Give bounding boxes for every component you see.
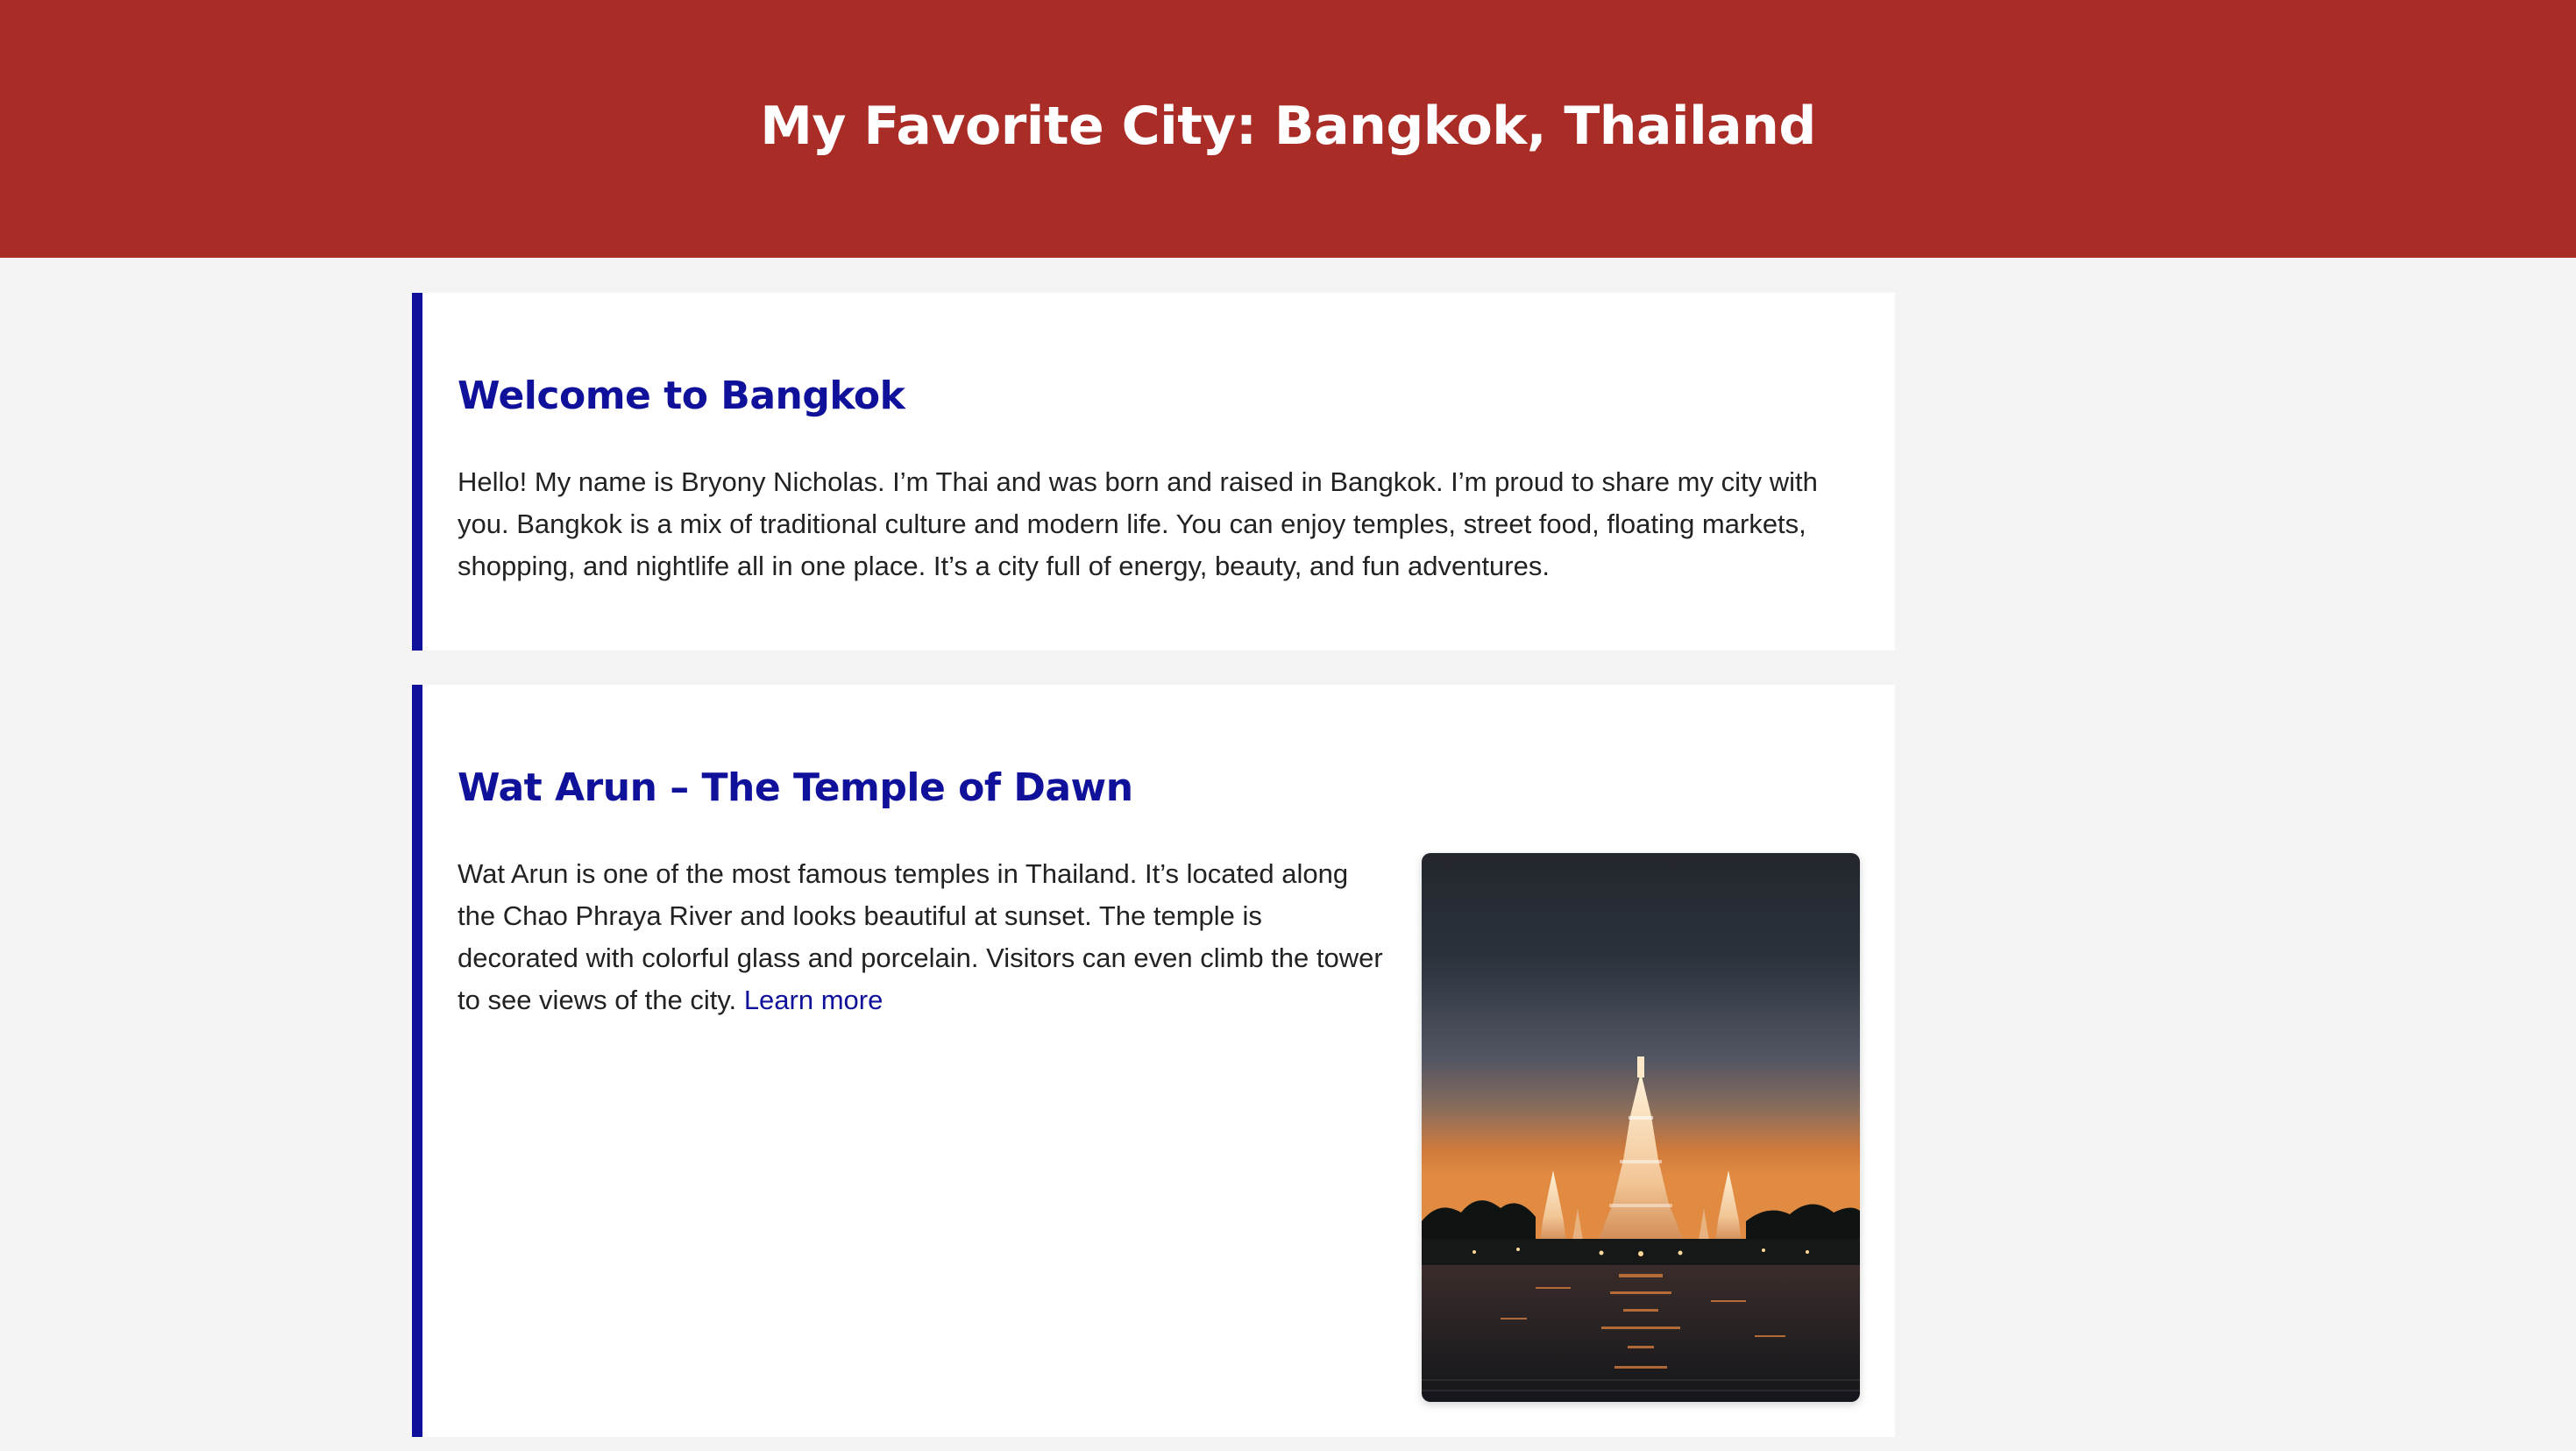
page-header: My Favorite City: Bangkok, Thailand — [0, 0, 2576, 258]
section-body-welcome: Hello! My name is Bryony Nicholas. I’m T… — [458, 466, 1818, 581]
section-welcome: Welcome to Bangkok Hello! My name is Bry… — [412, 293, 1895, 651]
section-wat-arun: Wat Arun – The Temple of Dawn Wat Arun i… — [412, 685, 1895, 1437]
wat-arun-photo — [1422, 853, 1860, 1402]
section-body-wat-arun: Wat Arun is one of the most famous templ… — [458, 853, 1387, 1021]
wat-arun-description: Wat Arun is one of the most famous templ… — [458, 858, 1383, 1015]
learn-more-link[interactable]: Learn more — [744, 985, 884, 1015]
section-heading-welcome: Welcome to Bangkok — [458, 373, 905, 418]
section-heading-wat-arun: Wat Arun – The Temple of Dawn — [458, 765, 1133, 810]
page-title: My Favorite City: Bangkok, Thailand — [760, 96, 1816, 157]
